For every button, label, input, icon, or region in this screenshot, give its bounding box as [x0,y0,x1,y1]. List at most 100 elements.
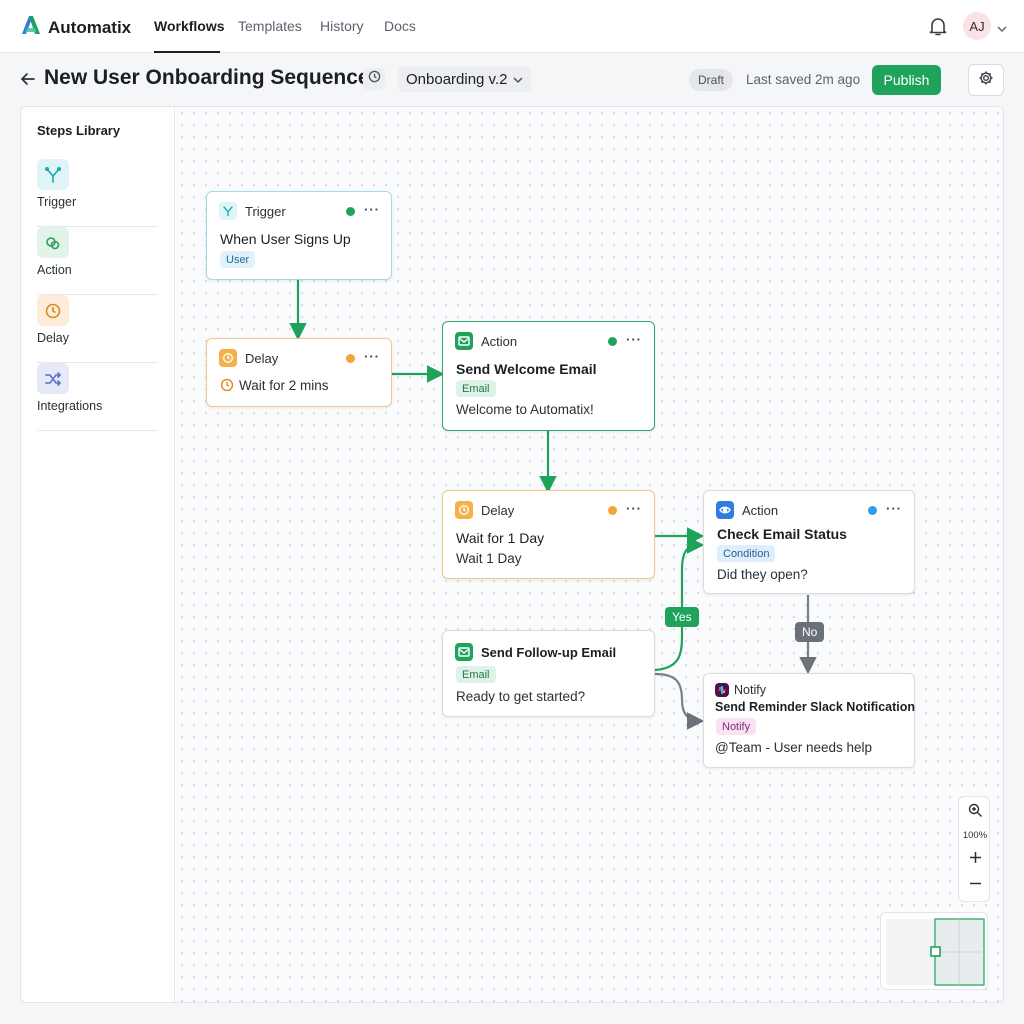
chevron-down-icon [513,71,523,88]
trigger-icon [219,202,237,220]
clock-icon [455,501,473,519]
status-badge: Draft [689,69,734,91]
sidebar-item-label: Delay [37,331,69,345]
version-label: Onboarding v.2 [406,71,508,88]
node-header: Action [455,332,517,350]
node-check-email-status[interactable]: Action ··· Check Email Status Condition … [703,490,915,594]
node-send-reminder-slack-notification[interactable]: Notify Send Reminder Slack Notification … [703,673,915,768]
status-dot [608,337,617,346]
node-send-welcome-email[interactable]: Action ··· Send Welcome Email Email Welc… [442,321,655,431]
zoom-in-magnifier-icon [968,803,983,823]
sidebar-item-label: Integrations [37,399,103,413]
sidebar-item-label: Trigger [37,195,77,209]
edge-label-no: No [795,622,825,642]
node-tag: Notify [716,718,757,735]
status-dot [868,506,877,515]
node-text: Did they open? [717,567,808,582]
bell-icon[interactable] [929,16,947,41]
minus-icon [969,877,982,895]
sidebar-item-integrations[interactable]: Integrations [37,363,158,431]
zoom-controls: 100% [958,796,990,902]
sidebar-item-delay[interactable]: Delay [37,295,158,363]
zoom-out-button[interactable] [959,875,991,897]
node-tag: User [220,251,256,268]
node-header: Delay [219,349,278,367]
node-text: @Team - User needs help [715,740,873,755]
node-title: Send Reminder Slack Notification [715,700,916,714]
node-text: Ready to get started? [456,689,586,704]
node-tag: Email [456,666,496,683]
logo[interactable]: Automatix [20,14,131,41]
minimap-preview [886,918,985,986]
node-text: Welcome to Automatix! [456,402,594,417]
settings-button[interactable] [968,64,1004,96]
more-icon[interactable]: ··· [364,202,380,217]
app-name: Automatix [48,17,132,37]
sidebar-item-label: Action [37,263,72,277]
plus-icon [969,851,982,869]
node-title: Wait for 1 Day [456,530,545,546]
slack-icon [715,683,729,697]
node-send-follow-up-email[interactable]: Send Follow-up Email Email Ready to get … [442,630,655,717]
logo-icon [20,14,42,41]
zoom-in-button[interactable] [959,849,991,871]
node-header: Send Follow-up Email [455,643,616,661]
sidebar-item-trigger[interactable]: Trigger [37,159,158,227]
action-icon [37,227,69,258]
steps-library: Steps Library Trigger Action Delay Integ… [21,107,175,1002]
node-type: Action [742,502,779,518]
node-header: Action [716,501,778,519]
gear-icon [978,70,994,91]
more-icon[interactable]: ··· [886,501,902,516]
node-type: Trigger [245,203,286,219]
shuffle-icon [37,363,69,394]
nav-tab-templates[interactable]: Templates [238,18,302,34]
node-header: Notify [715,683,766,697]
sidebar-item-action[interactable]: Action [37,227,158,295]
node-trigger[interactable]: Trigger ··· When User Signs Up User [206,191,392,280]
nav-tab-history[interactable]: History [320,18,364,34]
node-title: Send Welcome Email [456,361,597,377]
nav-tab-docs[interactable]: Docs [384,18,416,34]
publish-button[interactable]: Publish [872,65,941,95]
page-title: New User Onboarding Sequence [44,66,370,89]
clock-icon [37,295,69,326]
node-tag: Condition [717,545,776,562]
clock-icon [368,70,381,88]
node-header: Trigger [219,202,286,220]
node-text: Wait for 2 mins [239,378,329,393]
edge-label-yes: Yes [665,607,699,627]
clock-icon [219,349,237,367]
zoom-level: 100% [962,829,988,841]
more-icon[interactable]: ··· [364,349,380,364]
eye-icon [716,501,734,519]
node-header: Delay [455,501,514,519]
more-icon[interactable]: ··· [626,332,642,347]
minimap[interactable] [880,912,988,990]
email-icon [455,332,473,350]
status-dot [346,354,355,363]
active-tab-indicator [154,51,220,53]
node-type: Action [481,333,518,349]
more-icon[interactable]: ··· [626,501,642,516]
node-type: Notify [734,683,766,697]
trigger-icon [37,159,69,190]
version-dropdown[interactable]: Onboarding v.2 [398,67,532,92]
steps-library-title: Steps Library [37,123,121,138]
node-delay-1-day[interactable]: Delay ··· Wait for 1 Day Wait 1 Day [442,490,655,579]
node-title: Check Email Status [717,526,847,542]
status-dot [608,506,617,515]
node-delay-2-mins[interactable]: Delay ··· Wait for 2 mins [206,338,392,407]
node-tag: Email [456,380,496,397]
history-button[interactable] [363,68,385,90]
node-text: Wait 1 Day [456,551,522,566]
node-title: Send Follow-up Email [481,644,617,660]
nav-tab-workflows[interactable]: Workflows [154,18,225,34]
last-saved-text: Last saved 2m ago [746,72,861,87]
status-dot [346,207,355,216]
node-type: Delay [245,350,279,366]
back-arrow-icon[interactable] [20,71,36,92]
chevron-down-icon[interactable] [997,20,1007,38]
zoom-fit-button[interactable] [959,802,991,824]
avatar[interactable]: AJ [963,12,991,40]
